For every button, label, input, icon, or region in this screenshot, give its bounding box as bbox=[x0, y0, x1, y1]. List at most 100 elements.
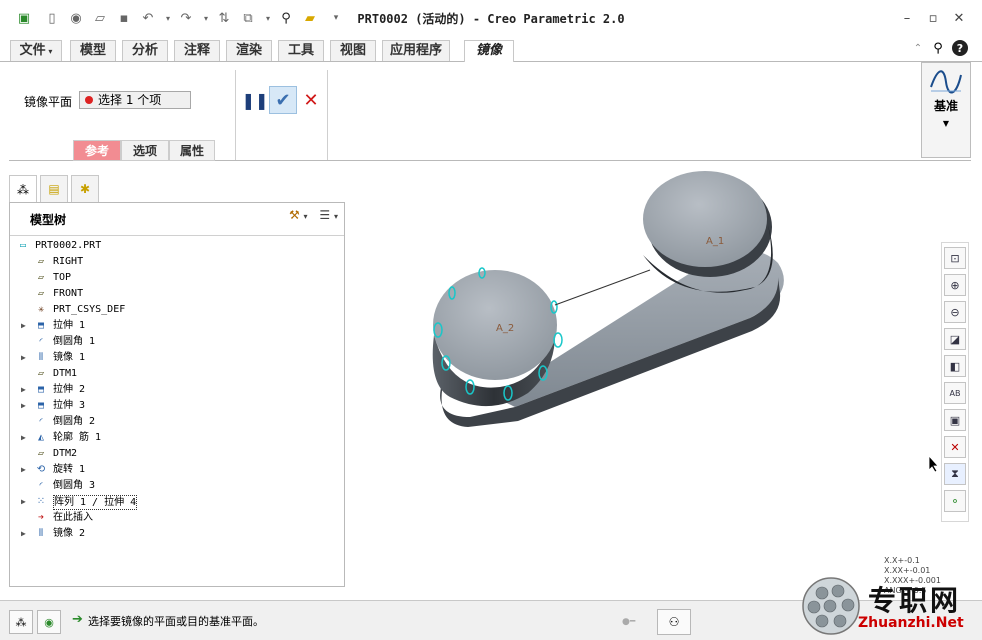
collapse-ribbon-icon[interactable]: ⌃ bbox=[910, 40, 926, 56]
subtab-options[interactable]: 选项 bbox=[121, 140, 169, 161]
expand-icon[interactable]: ▶ bbox=[21, 462, 26, 478]
tree-node[interactable]: ▶ ⬒ 拉伸 2 bbox=[10, 382, 344, 398]
tree-node-label: 倒圆角 2 bbox=[53, 416, 96, 427]
datum-display-icon[interactable]: ✕ bbox=[944, 436, 966, 458]
expand-icon[interactable]: ▶ bbox=[21, 382, 26, 398]
mirror-plane-value: 选择 1 个项 bbox=[98, 93, 162, 107]
expand-icon[interactable]: ▶ bbox=[21, 494, 26, 510]
close-icon[interactable]: ✕ bbox=[950, 9, 968, 27]
part-icon: ▭ bbox=[19, 240, 27, 251]
repaint-icon[interactable]: ◪ bbox=[944, 328, 966, 350]
tree-node[interactable]: ➔ 在此插入 bbox=[10, 510, 344, 526]
spin-center-icon[interactable]: ⧗ bbox=[944, 463, 966, 485]
annotation-display-icon[interactable]: ⚬ bbox=[944, 490, 966, 512]
expand-icon[interactable]: ▶ bbox=[21, 318, 26, 334]
revolve-icon: ⟲ bbox=[36, 464, 46, 475]
tab-file[interactable]: 文件 ▾ bbox=[10, 40, 62, 61]
mirror-plane-collector[interactable]: 选择 1 个项 bbox=[79, 91, 191, 109]
tree-node[interactable]: ✳ PRT_CSYS_DEF bbox=[10, 302, 344, 318]
minimize-icon[interactable]: – bbox=[898, 9, 916, 27]
chevron-down-icon[interactable]: ▾ bbox=[334, 212, 338, 221]
tree-node-label: RIGHT bbox=[53, 256, 84, 267]
tab-mirror[interactable]: 镜像 bbox=[464, 40, 514, 63]
round-icon: ◜ bbox=[37, 416, 45, 427]
cancel-button[interactable]: ✕ bbox=[301, 88, 321, 112]
tree-node[interactable]: ▱ TOP bbox=[10, 270, 344, 286]
refit-icon[interactable]: ⊡ bbox=[944, 247, 966, 269]
tree-node[interactable]: ▱ RIGHT bbox=[10, 254, 344, 270]
tab-label: 文件 bbox=[19, 43, 46, 58]
search-icon[interactable]: ⚲ bbox=[930, 40, 946, 56]
round-icon: ◜ bbox=[37, 336, 45, 347]
subtab-properties[interactable]: 属性 bbox=[169, 140, 215, 161]
tree-node[interactable]: ▭ PRT0002.PRT bbox=[10, 238, 344, 254]
tree-node[interactable]: ▱ FRONT bbox=[10, 286, 344, 302]
tab-model[interactable]: 模型 bbox=[70, 40, 116, 61]
tree-node-label: 轮廓 筋 1 bbox=[53, 432, 102, 443]
status-message: 选择要镜像的平面或目的基准平面。 bbox=[88, 615, 264, 628]
tree-node-label: 镜像 2 bbox=[53, 528, 86, 539]
status-toggle[interactable]: ●━ bbox=[622, 617, 646, 627]
pattern-icon: ⁙ bbox=[36, 496, 46, 507]
tab-analysis[interactable]: 分析 bbox=[122, 40, 168, 61]
tree-node-label: 在此插入 bbox=[53, 512, 93, 523]
tree-node[interactable]: ◜ 倒圆角 1 bbox=[10, 334, 344, 350]
display-style-icon[interactable]: ◧ bbox=[944, 355, 966, 377]
tab-render[interactable]: 渲染 bbox=[226, 40, 272, 61]
datum-plane-icon: ▱ bbox=[37, 448, 45, 459]
tree-node-label: 倒圆角 1 bbox=[53, 336, 96, 347]
model-tree: ▭ PRT0002.PRT ▱ RIGHT ▱ TOP ▱ FRONT ✳ PRT_CSYS_DE… bbox=[10, 235, 344, 539]
expand-icon[interactable]: ▶ bbox=[21, 526, 26, 542]
browser-icon: ◉ bbox=[44, 615, 54, 629]
favorites-tab[interactable]: ✱ bbox=[71, 175, 99, 203]
folder-browser-tab[interactable]: ▤ bbox=[40, 175, 68, 203]
tab-annotate[interactable]: 注释 bbox=[174, 40, 220, 61]
chevron-down-icon[interactable]: ▾ bbox=[304, 212, 308, 221]
tab-view[interactable]: 视图 bbox=[330, 40, 376, 61]
ribbon-separator bbox=[327, 70, 328, 160]
tree-icon: ⁂ bbox=[17, 182, 29, 197]
tree-node[interactable]: ▶ ⬒ 拉伸 3 bbox=[10, 398, 344, 414]
tree-node[interactable]: ◜ 倒圆角 2 bbox=[10, 414, 344, 430]
folders-icon: ▤ bbox=[48, 182, 60, 196]
maximize-icon[interactable]: ▫ bbox=[924, 9, 942, 27]
tree-node-label: PRT0002.PRT bbox=[35, 240, 102, 251]
rib-icon: ◭ bbox=[37, 432, 45, 443]
help-icon[interactable]: ? bbox=[952, 40, 968, 56]
tab-applications[interactable]: 应用程序 bbox=[382, 40, 450, 61]
tree-node[interactable]: ▶ ⫴ 镜像 2 bbox=[10, 526, 344, 542]
settings-icon[interactable]: ⚒ bbox=[289, 208, 300, 222]
ok-button[interactable]: ✔ bbox=[269, 86, 297, 114]
tree-node[interactable]: ▱ DTM2 bbox=[10, 446, 344, 462]
zoom-in-icon[interactable]: ⊕ bbox=[944, 274, 966, 296]
axis-label-a1: A_1 bbox=[706, 236, 724, 247]
toggle-browser-button[interactable]: ◉ bbox=[37, 610, 61, 634]
zoom-out-icon[interactable]: ⊖ bbox=[944, 301, 966, 323]
tree-node[interactable]: ▱ DTM1 bbox=[10, 366, 344, 382]
tree-node[interactable]: ▶ ⫴ 镜像 1 bbox=[10, 350, 344, 366]
expand-icon[interactable]: ▶ bbox=[21, 350, 26, 366]
axis-label-a2: A_2 bbox=[496, 323, 514, 334]
find-button[interactable]: ⚇ bbox=[657, 609, 691, 635]
expand-icon[interactable]: ▶ bbox=[21, 430, 26, 446]
show-icon[interactable]: ☰ bbox=[319, 208, 330, 222]
title-bar: ▣ ▯ ◉ ▱ ▪ ↶ ▾ ↷ ▾ ⇅ ⧉ ▾ ⚲ ▰ ▾ PRT0002 (活… bbox=[0, 0, 982, 36]
tree-node[interactable]: ▶ ⬒ 拉伸 1 bbox=[10, 318, 344, 334]
datum-group-button[interactable]: 基准 ▼ bbox=[921, 62, 971, 158]
tree-node[interactable]: ◜ 倒圆角 3 bbox=[10, 478, 344, 494]
subtab-references[interactable]: 参考 bbox=[73, 140, 121, 161]
graphics-area[interactable]: A_1 A_2 bbox=[350, 165, 935, 595]
mirror-ribbon: 镜像平面 选择 1 个项 参考 选项 属性 ❚❚ ✔ ✕ bbox=[9, 62, 971, 161]
datum-plane-icon: ▱ bbox=[37, 368, 45, 379]
toggle-navigator-button[interactable]: ⁂ bbox=[9, 610, 33, 634]
view-manager-icon[interactable]: ▣ bbox=[944, 409, 966, 431]
pause-button[interactable]: ❚❚ bbox=[242, 88, 269, 112]
model-tree-tab[interactable]: ⁂ bbox=[9, 175, 37, 203]
tree-node[interactable]: ▶ ⟲ 旋转 1 bbox=[10, 462, 344, 478]
datum-curve-icon bbox=[930, 70, 962, 94]
expand-icon[interactable]: ▶ bbox=[21, 398, 26, 414]
saved-orientations-icon[interactable]: AB bbox=[944, 382, 966, 404]
tab-tools[interactable]: 工具 bbox=[278, 40, 324, 61]
tree-node[interactable]: ▶ ◭ 轮廓 筋 1 bbox=[10, 430, 344, 446]
tree-node[interactable]: ▶ ⁙ 阵列 1 / 拉伸 4 bbox=[10, 494, 344, 510]
